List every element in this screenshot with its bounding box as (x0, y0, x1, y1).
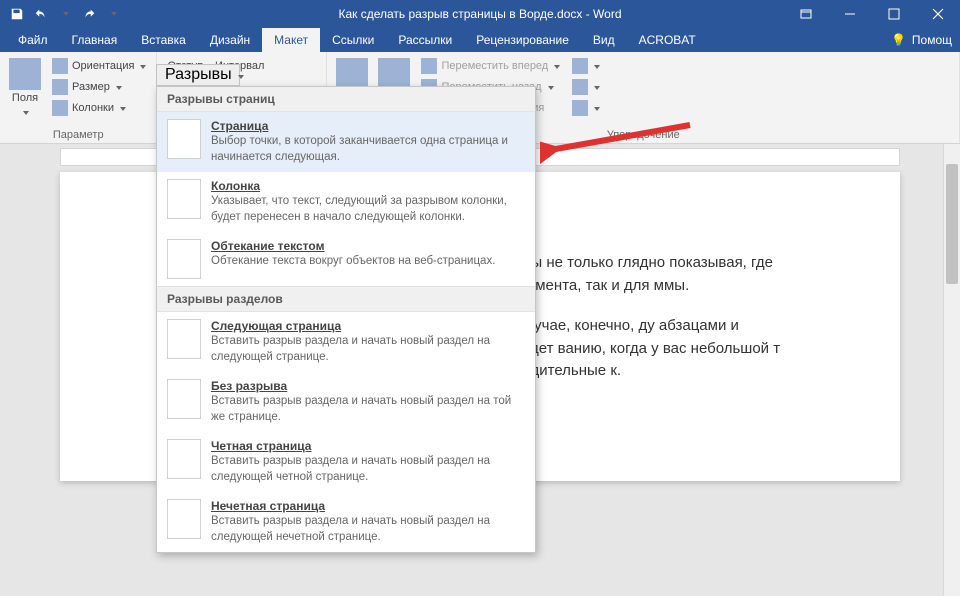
undo-icon[interactable] (30, 3, 52, 25)
window-controls (784, 0, 960, 28)
text-wrap-icon (167, 239, 201, 279)
close-icon[interactable] (916, 0, 960, 28)
help-label[interactable]: Помощ (912, 33, 952, 47)
minimize-icon[interactable] (828, 0, 872, 28)
column-break-icon (167, 179, 201, 219)
qat-customize-icon[interactable] (102, 3, 124, 25)
margins-icon (9, 58, 41, 90)
tell-me-icon[interactable]: 💡 (891, 33, 906, 47)
bring-forward-icon (421, 58, 437, 74)
save-icon[interactable] (6, 3, 28, 25)
dropdown-item-continuous[interactable]: Без разрыва Вставить разрыв раздела и на… (157, 372, 535, 432)
dropdown-item-text-wrap-break[interactable]: Обтекание текстом Обтекание текста вокру… (157, 232, 535, 286)
chevron-down-icon (592, 60, 600, 72)
bring-forward-button[interactable]: Переместить вперед (417, 56, 564, 76)
orientation-button[interactable]: Ориентация (48, 56, 150, 76)
continuous-icon (167, 379, 201, 419)
tab-file[interactable]: Файл (6, 28, 60, 52)
chevron-down-icon (546, 81, 554, 93)
undo-dropdown-icon[interactable] (54, 3, 76, 25)
breaks-button[interactable]: Разрывы (156, 64, 240, 86)
redo-icon[interactable] (78, 3, 100, 25)
chevron-down-icon (592, 102, 600, 114)
tab-layout[interactable]: Макет (262, 28, 320, 52)
align-button[interactable] (568, 56, 604, 76)
dropdown-header-sections: Разрывы разделов (157, 286, 535, 312)
dropdown-header-pages: Разрывы страниц (157, 87, 535, 112)
tab-home[interactable]: Главная (60, 28, 130, 52)
size-icon (52, 79, 68, 95)
dropdown-item-odd-page[interactable]: Нечетная страница Вставить разрыв раздел… (157, 492, 535, 552)
align-icon (572, 58, 588, 74)
annotation-arrow (540, 115, 700, 175)
margins-label: Поля (12, 92, 38, 104)
dropdown-item-even-page[interactable]: Четная страница Вставить разрыв раздела … (157, 432, 535, 492)
orientation-icon (52, 58, 68, 74)
chevron-down-icon (118, 102, 126, 114)
chevron-down-icon (114, 81, 122, 93)
chevron-down-icon (236, 66, 244, 84)
chevron-down-icon (21, 106, 29, 118)
ribbon-tabs: Файл Главная Вставка Дизайн Макет Ссылки… (0, 28, 960, 52)
page-break-icon (167, 119, 201, 159)
columns-icon (52, 100, 68, 116)
quick-access-toolbar (0, 3, 124, 25)
group-button[interactable] (568, 77, 604, 97)
next-page-icon (167, 319, 201, 359)
dropdown-item-next-page[interactable]: Следующая страница Вставить разрыв разде… (157, 312, 535, 372)
rotate-icon (572, 100, 588, 116)
breaks-dropdown: Разрывы страниц Страница Выбор точки, в … (156, 86, 536, 553)
tab-insert[interactable]: Вставка (129, 28, 198, 52)
title-bar: Как сделать разрыв страницы в Ворде.docx… (0, 0, 960, 28)
tab-review[interactable]: Рецензирование (464, 28, 581, 52)
margins-button[interactable]: Поля (6, 54, 44, 118)
chevron-down-icon (138, 60, 146, 72)
tab-references[interactable]: Ссылки (320, 28, 386, 52)
scrollbar-thumb[interactable] (946, 164, 958, 284)
tab-acrobat[interactable]: ACROBAT (627, 28, 708, 52)
window-title: Как сделать разрыв страницы в Ворде.docx… (338, 7, 621, 21)
tab-mailings[interactable]: Рассылки (386, 28, 464, 52)
group-icon (572, 79, 588, 95)
odd-page-icon (167, 499, 201, 539)
chevron-down-icon (592, 81, 600, 93)
tab-view[interactable]: Вид (581, 28, 627, 52)
dropdown-item-page-break[interactable]: Страница Выбор точки, в которой заканчив… (157, 112, 535, 172)
group-page-setup: Поля Ориентация Размер Колонки Параметр (0, 52, 157, 143)
columns-button[interactable]: Колонки (48, 98, 150, 118)
tab-design[interactable]: Дизайн (198, 28, 262, 52)
maximize-icon[interactable] (872, 0, 916, 28)
dropdown-item-column-break[interactable]: Колонка Указывает, что текст, следующий … (157, 172, 535, 232)
vertical-scrollbar[interactable] (943, 144, 960, 596)
group-label-pagesetup: Параметр (6, 127, 150, 143)
chevron-down-icon (552, 60, 560, 72)
ribbon-display-icon[interactable] (784, 0, 828, 28)
even-page-icon (167, 439, 201, 479)
size-button[interactable]: Размер (48, 77, 150, 97)
